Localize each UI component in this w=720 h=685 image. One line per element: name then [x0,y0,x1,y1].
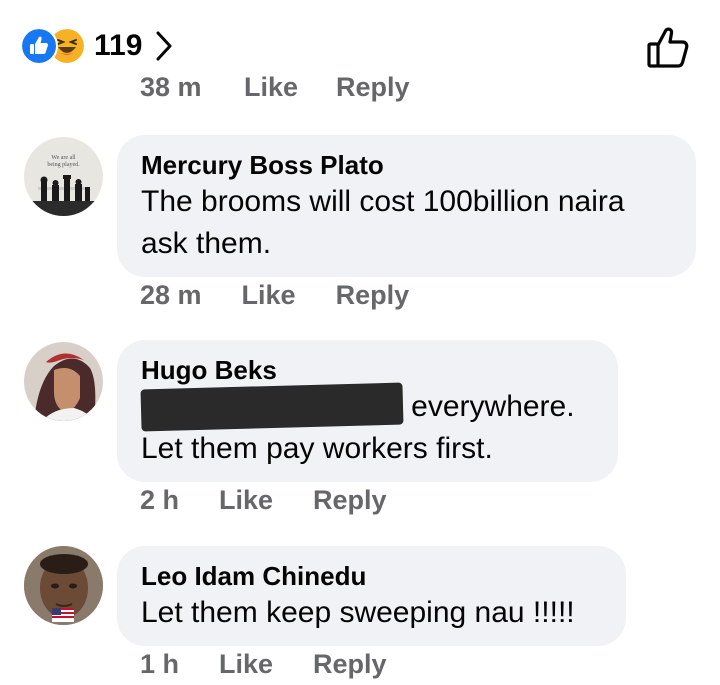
comment-time: 28 m [140,280,202,310]
svg-text:being played.: being played. [47,162,80,168]
like-link[interactable]: Like [242,280,296,311]
comment-time: 38 m [140,76,202,102]
reactions-summary[interactable]: 119 [20,26,172,66]
reply-link[interactable]: Reply [313,649,387,680]
like-reaction-icon [20,27,58,65]
reply-link[interactable]: Reply [313,485,387,516]
comment-text-line2: Let them pay workers first. [141,432,493,465]
comment-author[interactable]: Hugo Beks [141,354,594,386]
svg-text:We are all: We are all [51,155,76,161]
comment-text: Ndi ara,mad people everywhere. [140,382,594,432]
comment-text: Let them keep sweeping nau !!!!! [141,596,575,629]
like-link[interactable]: Like [219,649,273,680]
like-post-button[interactable] [644,24,692,72]
avatar[interactable] [24,342,103,421]
comment-bubble[interactable]: Hugo Beks Ndi ara,mad people everywhere.… [117,340,618,482]
comment-author[interactable]: Mercury Boss Plato [141,149,672,181]
chess-avatar-image: We are all being played. [24,137,103,216]
profile-photo [24,546,103,625]
comment-actions: 1 h Like Reply [140,649,427,680]
redacted-text: Ndi ara,mad people [140,382,404,432]
comment-actions: 28 m Like Reply [140,280,449,311]
avatar[interactable] [24,546,103,625]
comment-time: 1 h [140,649,180,679]
comment-bubble[interactable]: Leo Idam Chinedu Let them keep sweeping … [117,546,626,646]
reaction-count: 119 [94,29,143,62]
reply-link[interactable]: Reply [336,76,410,103]
comment-bubble[interactable]: Mercury Boss Plato The brooms will cost … [117,135,696,277]
like-link[interactable]: Like [244,76,298,103]
comment-text: The brooms will cost 100billion naira as… [141,185,625,260]
comment-time: 2 h [140,485,180,515]
reply-link[interactable]: Reply [336,280,410,311]
profile-photo [24,342,103,421]
like-link[interactable]: Like [219,485,273,516]
comment-author[interactable]: Leo Idam Chinedu [141,560,602,592]
previous-comment-actions: 38 m Like Reply [0,76,720,104]
chevron-right-icon [156,31,172,61]
comment-actions: 2 h Like Reply [140,485,427,516]
avatar[interactable]: We are all being played. [24,137,103,216]
